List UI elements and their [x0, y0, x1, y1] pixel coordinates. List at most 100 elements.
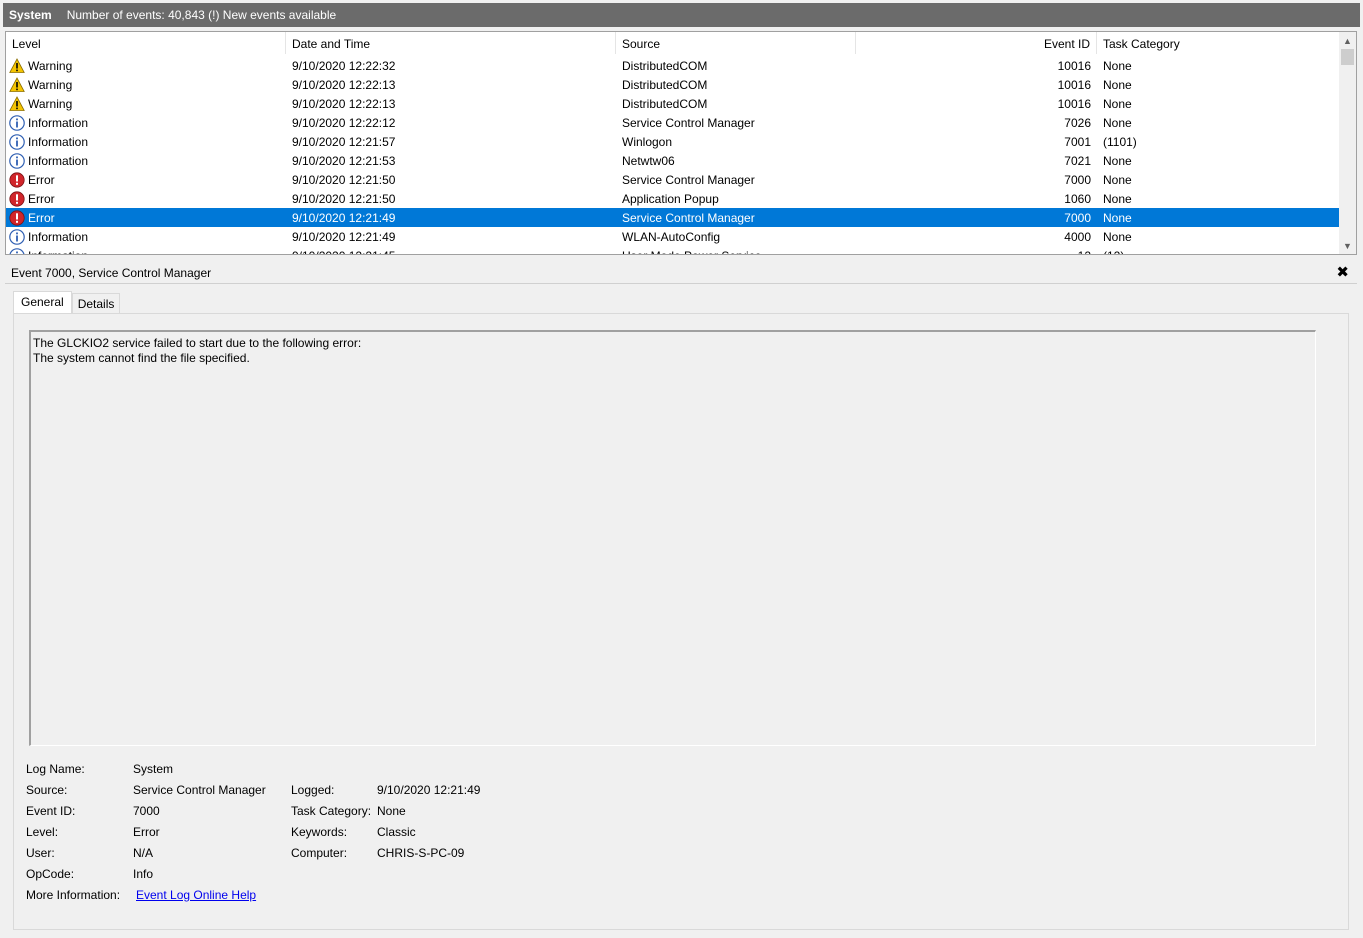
- event-level-cell: Information: [6, 114, 286, 131]
- log-name: System: [9, 8, 52, 22]
- logged-label: Logged:: [291, 783, 335, 797]
- event-date-cell: 9/10/2020 12:22:13: [292, 96, 396, 111]
- event-level-cell: Error: [6, 209, 286, 226]
- event-source-cell: DistributedCOM: [622, 77, 708, 92]
- error-icon: [9, 209, 25, 226]
- level-value: Error: [133, 825, 160, 839]
- event-log-online-help-link[interactable]: Event Log Online Help: [136, 888, 256, 902]
- more-info-label: More Information:: [26, 888, 121, 902]
- warning-icon: [9, 95, 25, 112]
- event-id-cell: 7000: [1064, 172, 1091, 187]
- event-level-text: Error: [28, 191, 55, 206]
- event-level-cell: Information: [6, 228, 286, 245]
- event-category-cell: None: [1103, 172, 1132, 187]
- close-icon[interactable]: ✖: [1336, 263, 1349, 281]
- event-id-cell: 10016: [1057, 77, 1091, 92]
- events-list[interactable]: Level Date and Time Source Event ID Task…: [5, 31, 1357, 255]
- event-level-text: Information: [28, 229, 89, 244]
- event-row[interactable]: Error 9/10/2020 12:21:50 Application Popup…: [6, 189, 1341, 208]
- log-name-label: Log Name:: [26, 762, 85, 776]
- tab-details[interactable]: Details: [71, 293, 121, 314]
- event-source-cell: WLAN-AutoConfig: [622, 229, 721, 244]
- event-level-text: Error: [28, 172, 55, 187]
- error-icon: [9, 190, 25, 207]
- event-id-cell: 4000: [1064, 229, 1091, 244]
- scroll-thumb[interactable]: [1341, 49, 1354, 65]
- event-id-cell: 7021: [1064, 153, 1091, 168]
- keywords-value: Classic: [377, 825, 416, 839]
- event-level-text: Warning: [28, 58, 73, 73]
- event-id-cell: 12: [856, 249, 1097, 255]
- events-list-rows: Warning 9/10/2020 12:22:32 DistributedCOM 1…: [6, 56, 1341, 255]
- event-row[interactable]: Warning 9/10/2020 12:22:13 DistributedCOM 1…: [6, 94, 1341, 113]
- source-value: Service Control Manager: [133, 783, 266, 797]
- event-source-cell: Application Popup: [622, 191, 719, 206]
- event-message-line: The GLCKIO2 service failed to start due …: [33, 336, 362, 350]
- event-row[interactable]: Error 9/10/2020 12:21:49 Service Control M…: [6, 208, 1341, 227]
- event-level-text: Information: [28, 134, 89, 149]
- event-level-cell: Error: [6, 190, 286, 207]
- level-label: Level:: [26, 825, 59, 839]
- event-row[interactable]: Error 9/10/2020 12:21:50 Service Control M…: [6, 170, 1341, 189]
- event-id-value: 7000: [133, 804, 160, 818]
- event-id-label: Event ID:: [26, 804, 76, 818]
- computer-label: Computer:: [291, 846, 348, 860]
- event-count: Number of events: 40,843 (!) New events …: [66, 8, 337, 22]
- event-level-text: Information: [28, 153, 89, 168]
- event-category-cell: (12): [1097, 249, 1341, 255]
- event-source-cell: Service Control Manager: [622, 172, 755, 187]
- user-label: User:: [26, 846, 55, 860]
- keywords-label: Keywords:: [291, 825, 348, 839]
- event-level-text: Error: [28, 210, 55, 225]
- log-title-bar: System Number of events: 40,843 (!) New …: [0, 0, 1363, 30]
- event-level-cell: Information: [6, 133, 286, 150]
- event-row[interactable]: Information 9/10/2020 12:21:49 WLAN-AutoCo…: [6, 227, 1341, 246]
- event-date-cell: 9/10/2020 12:21:45: [286, 249, 616, 255]
- event-row[interactable]: Information 9/10/2020 12:21:57 Winlogon 700…: [6, 132, 1341, 151]
- event-id-cell: 10016: [1057, 58, 1091, 73]
- event-level-cell: Warning: [6, 76, 286, 93]
- column-header-source[interactable]: Source: [616, 32, 856, 54]
- event-id-cell: 7026: [1064, 115, 1091, 130]
- event-category-cell: None: [1103, 115, 1132, 130]
- column-header-date[interactable]: Date and Time: [286, 32, 616, 54]
- event-message-box[interactable]: The GLCKIO2 service failed to start due …: [29, 330, 1316, 746]
- event-date-cell: 9/10/2020 12:21:50: [292, 191, 396, 206]
- info-icon: [9, 247, 25, 254]
- event-level-cell: Warning: [6, 95, 286, 112]
- event-level-text: Information: [28, 249, 88, 255]
- column-header-level[interactable]: Level: [6, 32, 286, 54]
- event-id-cell: 7001: [1064, 134, 1091, 149]
- event-source-cell: User Mode Power Service: [616, 249, 856, 255]
- event-detail-title: Event 7000, Service Control Manager: [11, 266, 212, 280]
- tab-general[interactable]: General: [13, 291, 72, 315]
- info-icon: [9, 228, 25, 245]
- event-date-cell: 9/10/2020 12:22:12: [292, 115, 396, 130]
- event-row[interactable]: Information 9/10/2020 12:21:45User Mode P…: [6, 246, 1341, 255]
- column-header-event-id[interactable]: Event ID: [856, 32, 1097, 54]
- event-level-text: Information: [28, 115, 89, 130]
- event-category-cell: None: [1103, 77, 1132, 92]
- source-label: Source:: [26, 783, 68, 797]
- warning-icon: [9, 76, 25, 93]
- event-category-cell: None: [1103, 58, 1132, 73]
- events-list-scrollbar[interactable]: ▲ ▼: [1339, 32, 1356, 254]
- event-properties: Log Name: System Source: Service Control…: [26, 762, 726, 912]
- column-header-task-category[interactable]: Task Category: [1097, 32, 1341, 54]
- task-category-value: None: [377, 804, 406, 818]
- event-date-cell: 9/10/2020 12:21:50: [292, 172, 396, 187]
- event-source-cell: Winlogon: [622, 134, 673, 149]
- event-date-cell: 9/10/2020 12:21:57: [292, 134, 396, 149]
- user-value: N/A: [133, 846, 154, 860]
- event-row[interactable]: Warning 9/10/2020 12:22:32 DistributedCOM 1…: [6, 56, 1341, 75]
- event-id-cell: 10016: [1057, 96, 1091, 111]
- event-row[interactable]: Information 9/10/2020 12:22:12 Service Con…: [6, 113, 1341, 132]
- event-row[interactable]: Information 9/10/2020 12:21:53 Netwtw06 702…: [6, 151, 1341, 170]
- event-level-cell: Error: [6, 171, 286, 188]
- scroll-down-icon[interactable]: ▼: [1339, 237, 1356, 254]
- scroll-up-icon[interactable]: ▲: [1339, 32, 1356, 49]
- info-icon: [9, 133, 25, 150]
- event-row[interactable]: Warning 9/10/2020 12:22:13 DistributedCOM 1…: [6, 75, 1341, 94]
- event-source-cell: DistributedCOM: [622, 58, 708, 73]
- event-level-cell: Information: [6, 247, 286, 255]
